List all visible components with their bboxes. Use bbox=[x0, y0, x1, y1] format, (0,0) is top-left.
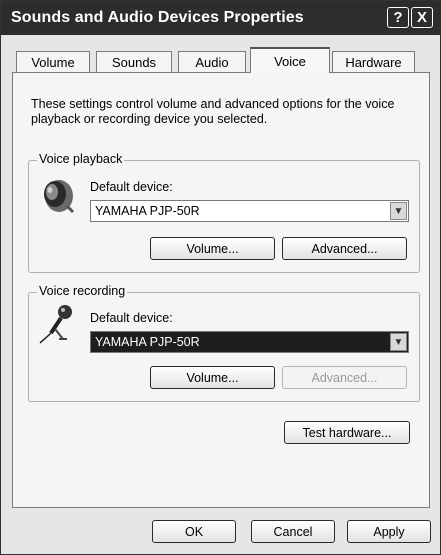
speaker-icon bbox=[44, 180, 75, 214]
close-icon: X bbox=[416, 9, 427, 26]
ok-button[interactable]: OK bbox=[152, 520, 236, 543]
playback-advanced-button[interactable]: Advanced... bbox=[282, 237, 407, 260]
recording-advanced-button: Advanced... bbox=[282, 366, 407, 389]
chevron-down-icon[interactable]: ▼ bbox=[390, 202, 407, 220]
tab-hardware[interactable]: Hardware bbox=[332, 51, 415, 72]
microphone-icon bbox=[39, 305, 72, 344]
apply-button[interactable]: Apply bbox=[347, 520, 431, 543]
playback-default-device-label: Default device: bbox=[90, 180, 173, 194]
tab-label: Volume bbox=[31, 54, 75, 70]
chevron-down-icon[interactable]: ▼ bbox=[390, 333, 407, 351]
properties-window: Sounds and Audio Devices Properties ? X … bbox=[0, 0, 441, 555]
description-text: These settings control volume and advanc… bbox=[31, 97, 395, 126]
tab-sounds[interactable]: Sounds bbox=[96, 51, 172, 72]
tab-voice[interactable]: Voice bbox=[250, 47, 330, 73]
window-title: Sounds and Audio Devices Properties bbox=[11, 9, 304, 26]
help-button[interactable]: ? bbox=[387, 7, 409, 28]
recording-device-select[interactable]: YAMAHA PJP-50R ▼ bbox=[90, 331, 409, 353]
test-hardware-button[interactable]: Test hardware... bbox=[284, 421, 410, 444]
tab-volume[interactable]: Volume bbox=[16, 51, 90, 72]
tab-label: Sounds bbox=[111, 54, 157, 70]
tab-label: Hardware bbox=[345, 54, 402, 70]
playback-device-select[interactable]: YAMAHA PJP-50R ▼ bbox=[90, 200, 409, 222]
recording-device-value: YAMAHA PJP-50R bbox=[95, 335, 200, 349]
recording-default-device-label: Default device: bbox=[90, 311, 173, 325]
playback-device-value: YAMAHA PJP-50R bbox=[95, 204, 200, 218]
recording-volume-button[interactable]: Volume... bbox=[150, 366, 275, 389]
close-button[interactable]: X bbox=[411, 7, 433, 28]
tab-audio[interactable]: Audio bbox=[178, 51, 246, 72]
voice-recording-label: Voice recording bbox=[37, 284, 128, 298]
tab-label: Voice bbox=[274, 53, 306, 69]
title-bar[interactable]: Sounds and Audio Devices Properties ? X bbox=[1, 1, 440, 35]
playback-volume-button[interactable]: Volume... bbox=[150, 237, 275, 260]
voice-playback-label: Voice playback bbox=[37, 152, 125, 166]
cancel-button[interactable]: Cancel bbox=[251, 520, 335, 543]
help-icon: ? bbox=[393, 9, 403, 26]
tab-label: Audio bbox=[195, 54, 229, 70]
